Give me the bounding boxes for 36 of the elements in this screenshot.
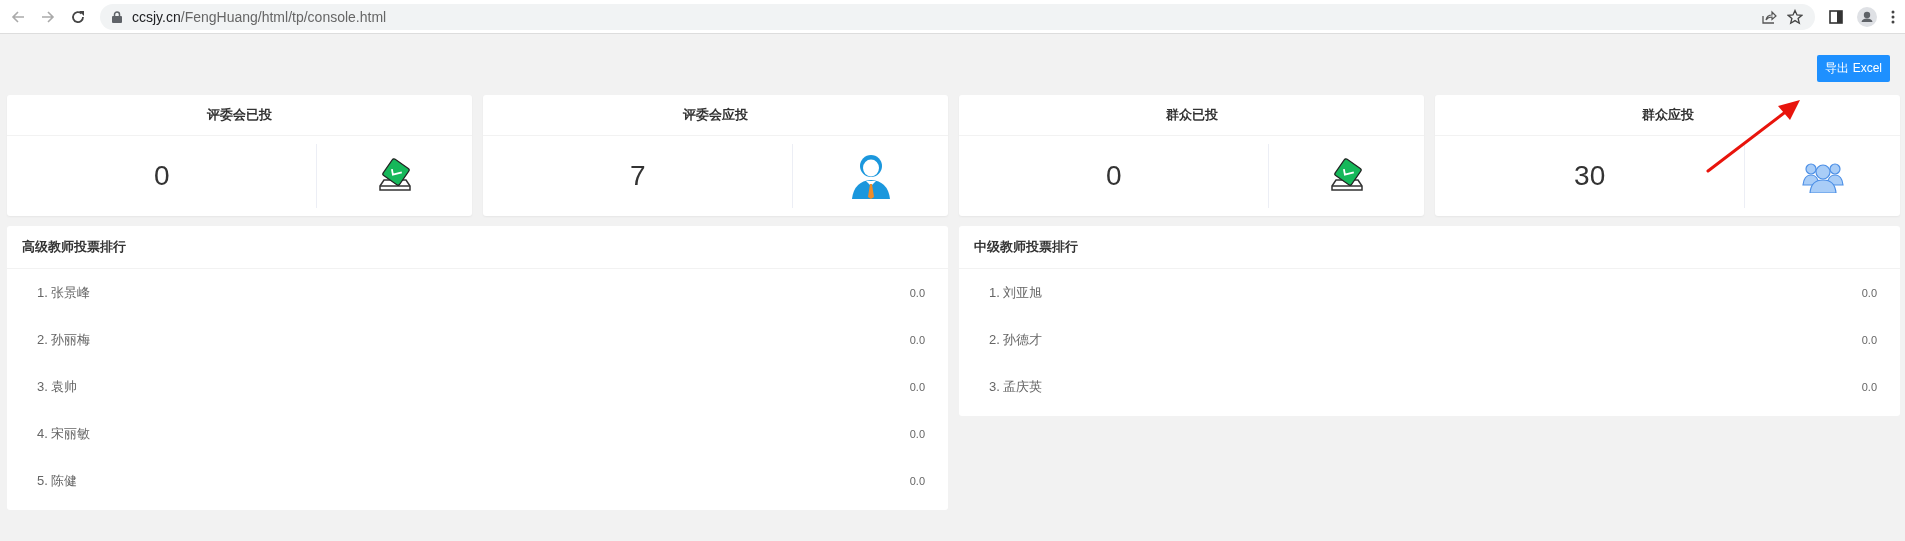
vote-score: 0.0 xyxy=(909,333,925,346)
person-icon xyxy=(849,153,892,199)
reload-icon[interactable] xyxy=(70,8,86,25)
star-icon[interactable] xyxy=(1787,8,1803,25)
vote-score: 0.0 xyxy=(1861,333,1877,346)
sidebar-icon[interactable] xyxy=(1829,9,1843,24)
teacher-name: 3. 孟庆英 xyxy=(989,377,1043,396)
panel-title: 高级教师投票排行 xyxy=(22,238,126,256)
share-icon[interactable] xyxy=(1761,8,1777,25)
stat-value: 0 xyxy=(153,160,170,192)
teacher-name: 3. 袁帅 xyxy=(37,377,78,396)
stat-value: 0 xyxy=(1105,160,1122,192)
vote-score: 0.0 xyxy=(909,286,925,299)
teacher-name: 4. 宋丽敏 xyxy=(37,424,91,443)
lock-icon xyxy=(112,10,122,23)
card-title: 群众应投 xyxy=(1641,106,1694,124)
stat-value: 7 xyxy=(629,160,646,192)
profile-avatar-icon[interactable] xyxy=(1857,6,1877,27)
card-title: 群众已投 xyxy=(1165,106,1218,124)
teacher-name: 5. 陈健 xyxy=(37,471,78,490)
vote-score: 0.0 xyxy=(1861,380,1877,393)
stat-value: 30 xyxy=(1574,160,1606,192)
teacher-name: 2. 孙丽梅 xyxy=(37,330,91,349)
menu-icon[interactable] xyxy=(1891,9,1895,24)
address-bar[interactable]: ccsjy.cn/FengHuang/html/tp/console.html xyxy=(100,3,1815,30)
teacher-name: 1. 张景峰 xyxy=(37,283,91,302)
panel-title: 中级教师投票排行 xyxy=(974,238,1078,256)
card-title: 评委会已投 xyxy=(207,106,272,124)
vote-score: 0.0 xyxy=(1861,286,1877,299)
teacher-name: 1. 刘亚旭 xyxy=(989,283,1043,302)
vote-score: 0.0 xyxy=(909,427,925,440)
teacher-name: 2. 孙德才 xyxy=(989,330,1043,349)
url-text: ccsjy.cn/FengHuang/html/tp/console.html xyxy=(132,8,387,25)
card-title: 评委会应投 xyxy=(683,106,748,124)
vote-score: 0.0 xyxy=(909,380,925,393)
vote-score: 0.0 xyxy=(909,474,925,487)
